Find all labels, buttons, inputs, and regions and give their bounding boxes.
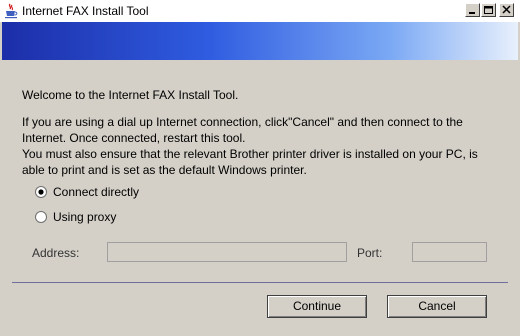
instructions-line: able to print and is set as the default … bbox=[22, 163, 307, 177]
address-input[interactable] bbox=[107, 242, 347, 262]
dialog-content: Welcome to the Internet FAX Install Tool… bbox=[0, 60, 520, 336]
maximize-icon bbox=[484, 6, 493, 14]
header-banner bbox=[2, 22, 518, 60]
close-icon bbox=[502, 5, 511, 14]
instructions-line: You must also ensure that the relevant B… bbox=[22, 147, 478, 161]
address-label: Address: bbox=[32, 246, 80, 260]
port-label: Port: bbox=[357, 246, 383, 260]
minimize-button[interactable] bbox=[465, 3, 480, 17]
continue-button[interactable]: Continue bbox=[267, 295, 367, 318]
port-input[interactable] bbox=[412, 242, 487, 262]
install-tool-window: Internet FAX Install Tool Welcome to the… bbox=[0, 0, 520, 336]
instructions-text: If you are using a dial up Internet conn… bbox=[22, 114, 478, 178]
separator bbox=[12, 282, 508, 283]
using-proxy-label: Using proxy bbox=[53, 210, 117, 224]
radio-selected-icon[interactable] bbox=[35, 186, 47, 198]
minimize-icon bbox=[469, 12, 475, 14]
instructions-line: Internet. Once connected, restart this t… bbox=[22, 131, 246, 145]
close-button[interactable] bbox=[499, 3, 514, 17]
maximize-button[interactable] bbox=[481, 3, 496, 17]
cancel-button[interactable]: Cancel bbox=[387, 295, 487, 318]
radio-unselected-icon[interactable] bbox=[35, 211, 47, 223]
instructions-line: If you are using a dial up Internet conn… bbox=[22, 115, 463, 129]
welcome-text: Welcome to the Internet FAX Install Tool… bbox=[22, 88, 239, 102]
title-bar[interactable]: Internet FAX Install Tool bbox=[0, 0, 520, 22]
java-cup-icon bbox=[4, 3, 18, 19]
connect-directly-label: Connect directly bbox=[53, 185, 140, 199]
window-title: Internet FAX Install Tool bbox=[22, 4, 149, 18]
